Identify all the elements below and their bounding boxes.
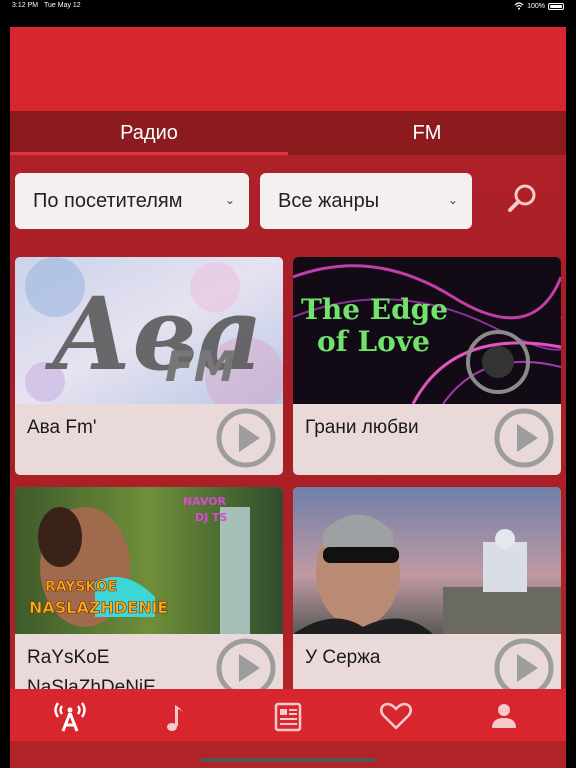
wifi-icon — [514, 2, 524, 10]
user-icon — [492, 704, 516, 728]
station-title: Грани любви — [305, 417, 419, 438]
app-header — [10, 27, 566, 111]
artwork-text: NASLAZHDENIE — [29, 598, 168, 617]
artwork-text: FM — [165, 342, 236, 391]
station-artwork: The Edge of Love — [293, 257, 561, 404]
status-date: Tue May 12 — [44, 2, 81, 9]
artwork-text: The Edge — [301, 293, 448, 326]
nav-favorites[interactable] — [376, 699, 416, 733]
tab-fm-label: FM — [412, 121, 442, 144]
status-right: 100% — [514, 2, 564, 10]
tab-bar: Радио FM — [10, 111, 566, 155]
station-card[interactable]: The Edge of Love Грани любви — [293, 257, 561, 475]
station-title: Ава Fm' — [27, 417, 97, 438]
play-icon[interactable] — [493, 407, 555, 469]
radio-tower-icon — [54, 702, 86, 732]
battery-icon — [548, 2, 564, 10]
active-tab-indicator — [10, 152, 288, 155]
sort-select-value: По посетителям — [33, 189, 183, 212]
music-note-icon — [167, 705, 184, 731]
station-card[interactable]: У Сержа — [293, 487, 561, 705]
artwork-text: of Love — [317, 325, 430, 358]
chevron-down-icon: ⌄ — [224, 193, 235, 207]
nav-radio[interactable] — [50, 699, 90, 733]
bottom-nav — [10, 689, 566, 741]
artwork-text: NAVOR — [183, 495, 227, 508]
genre-select-value: Все жанры — [278, 189, 380, 212]
genre-select[interactable]: Все жанры ⌄ — [260, 173, 472, 229]
tab-radio-label: Радио — [120, 121, 178, 144]
artwork-text: RAYSKOE — [45, 579, 117, 595]
station-artwork: NAVOR DJ TS RAYSKOE NASLAZHDENIE — [15, 487, 283, 634]
search-icon — [508, 184, 536, 212]
sort-select[interactable]: По посетителям ⌄ — [15, 173, 249, 229]
nav-profile[interactable] — [484, 699, 524, 733]
newspaper-icon — [274, 702, 302, 732]
station-artwork: Ава FM — [15, 257, 283, 404]
home-indicator[interactable] — [200, 758, 376, 762]
status-bar: 3:12 PM Tue May 12 100% — [0, 0, 576, 14]
status-time: 3:12 PM — [12, 2, 39, 9]
tab-radio[interactable]: Радио — [10, 111, 288, 155]
app-window: Радио FM По посетителям ⌄ Все жанры ⌄ Ав… — [10, 27, 566, 768]
station-card[interactable]: NAVOR DJ TS RAYSKOE NASLAZHDENIE RaYsKoE… — [15, 487, 283, 705]
station-artwork — [293, 487, 561, 634]
artwork-text: DJ TS — [195, 511, 228, 524]
nav-music[interactable] — [158, 699, 198, 733]
play-icon[interactable] — [215, 407, 277, 469]
station-card[interactable]: Ава FM Ава Fm' — [15, 257, 283, 475]
tab-fm[interactable]: FM — [288, 111, 566, 155]
heart-icon — [379, 702, 413, 730]
nav-news[interactable] — [268, 699, 308, 733]
chevron-down-icon: ⌄ — [447, 193, 458, 207]
search-button[interactable] — [502, 179, 542, 219]
battery-percent: 100% — [527, 2, 545, 10]
station-title: У Сержа — [305, 647, 381, 668]
